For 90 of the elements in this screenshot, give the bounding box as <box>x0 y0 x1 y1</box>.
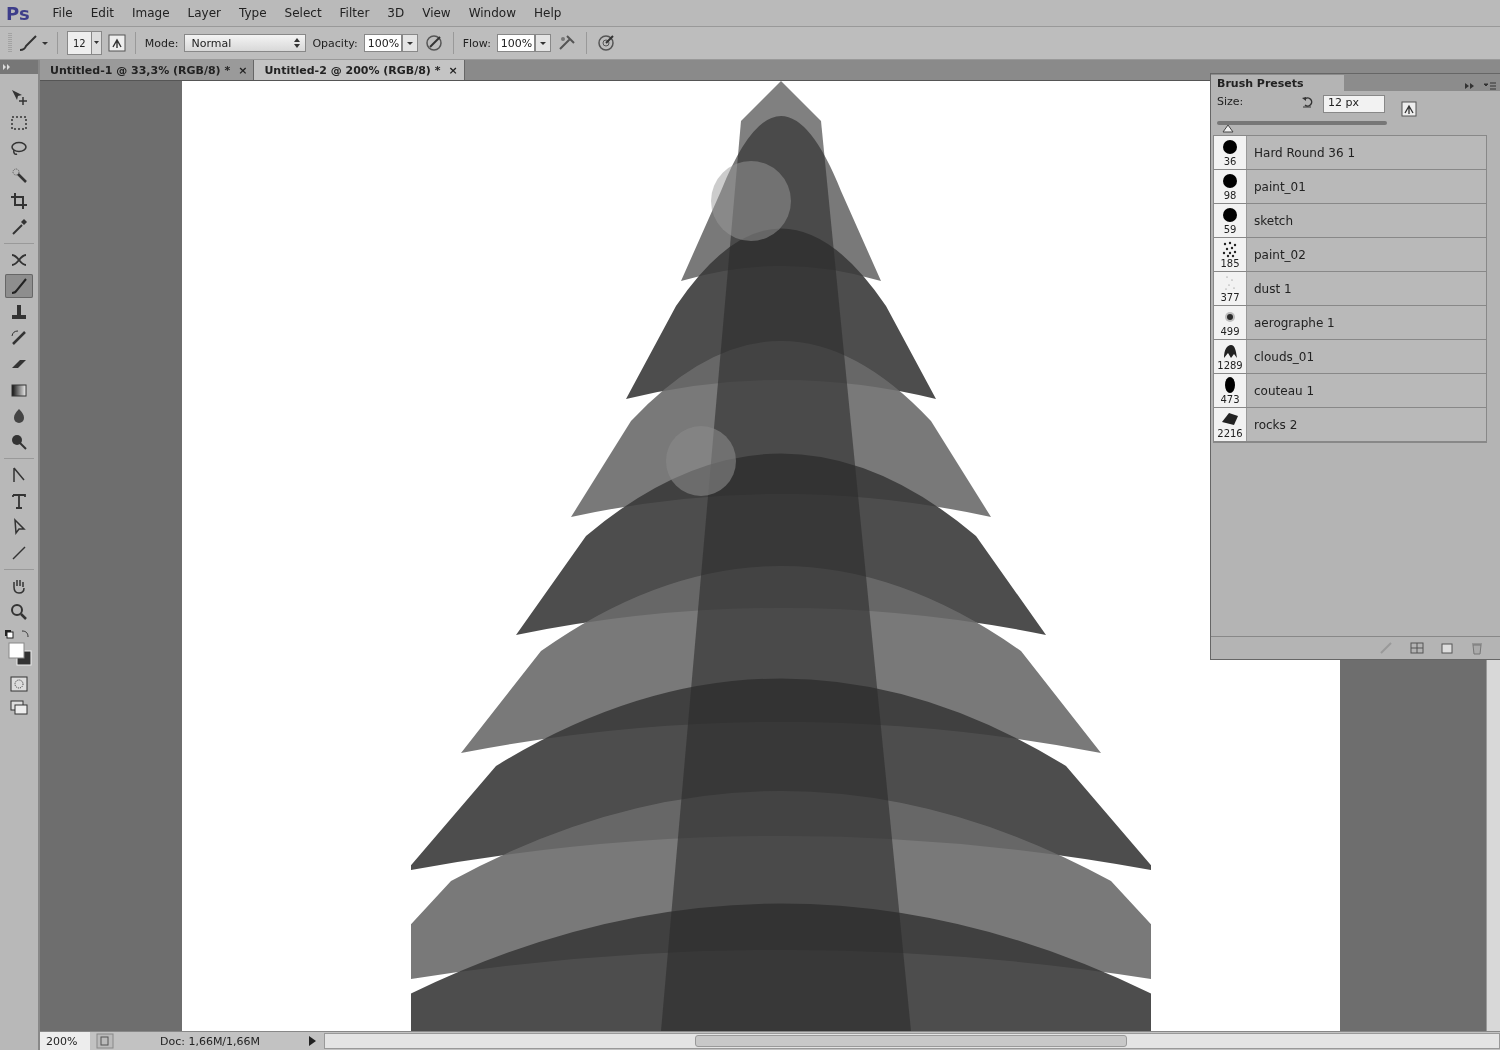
brush-panel-icon[interactable] <box>1401 101 1417 117</box>
brush-tip-icon <box>1221 172 1239 190</box>
brush-preset-item[interactable]: 98 paint_01 <box>1214 170 1486 204</box>
play-arrow-icon[interactable] <box>306 1033 318 1049</box>
brush-size-number: 185 <box>1220 258 1240 269</box>
brush-size-number: 473 <box>1220 394 1240 405</box>
pressure-opacity-icon[interactable] <box>423 33 444 53</box>
brush-size-number: 1289 <box>1217 360 1243 371</box>
type-icon <box>9 491 29 511</box>
move-icon <box>9 87 29 107</box>
brush-preset-item[interactable]: 473 couteau 1 <box>1214 374 1486 408</box>
brush-preset-item[interactable]: 2216 rocks 2 <box>1214 408 1486 442</box>
zoom-level-field[interactable]: 200% <box>40 1032 90 1050</box>
brush-preset-item[interactable]: 59 sketch <box>1214 204 1486 238</box>
brush-name: rocks 2 <box>1253 417 1298 432</box>
app-logo: Ps <box>6 2 30 24</box>
menu-item[interactable]: Layer <box>178 6 230 20</box>
brush-name: sketch <box>1253 213 1294 228</box>
new-preset-icon[interactable] <box>1439 641 1455 655</box>
brush-panel-icon[interactable] <box>107 34 126 52</box>
menu-item[interactable]: File <box>43 6 82 20</box>
menu-item[interactable]: View <box>413 6 460 20</box>
horizontal-scrollbar[interactable] <box>324 1033 1500 1049</box>
dodge-icon <box>9 432 29 452</box>
menu-item[interactable]: Edit <box>81 6 123 20</box>
brush-name: clouds_01 <box>1253 349 1315 364</box>
menu-item[interactable]: Image <box>122 6 179 20</box>
brush-name: dust 1 <box>1253 281 1292 296</box>
mode-dropdown[interactable]: Normal <box>184 34 307 52</box>
size-field[interactable]: 12 px <box>1323 95 1385 113</box>
brush-size-number: 377 <box>1220 292 1240 303</box>
quick-mask-icon[interactable] <box>9 675 29 693</box>
crop-icon <box>9 191 29 211</box>
menu-item[interactable]: Type <box>230 6 276 20</box>
menu-item[interactable]: Help <box>525 6 571 20</box>
brush-toggle-icon[interactable] <box>1379 641 1395 655</box>
brush-name: paint_01 <box>1253 179 1306 194</box>
flow-field[interactable]: 100% <box>496 34 535 52</box>
mode-label: Mode: <box>144 36 179 50</box>
up-down-arrows-icon <box>293 37 302 49</box>
brush-size-number: 2216 <box>1217 428 1243 439</box>
opacity-label: Opacity: <box>312 36 358 50</box>
brush-name: couteau 1 <box>1253 383 1315 398</box>
brush-tip-icon <box>1221 138 1239 156</box>
brush-tip-icon <box>1221 240 1239 258</box>
brush-name: aerographe 1 <box>1253 315 1335 330</box>
screen-mode-icon[interactable] <box>9 699 29 717</box>
menu-item[interactable]: Window <box>459 6 525 20</box>
brush-icon <box>9 276 29 296</box>
panel-menu-icon[interactable] <box>1483 81 1497 91</box>
toolbar-header[interactable] <box>0 60 38 74</box>
flow-label: Flow: <box>462 36 491 50</box>
reset-icon[interactable] <box>1301 95 1315 109</box>
size-label: Size: <box>1217 95 1245 108</box>
menu-item[interactable]: Filter <box>330 6 379 20</box>
size-slider[interactable] <box>1217 119 1387 133</box>
brush-size-number: 98 <box>1223 190 1237 201</box>
brush-preset-item[interactable]: 499 aerographe 1 <box>1214 306 1486 340</box>
stamp-icon <box>9 302 29 322</box>
marquee-icon <box>9 113 29 133</box>
color-swatches-icon[interactable] <box>4 629 34 669</box>
pressure-size-icon[interactable] <box>595 33 616 53</box>
panel-tab[interactable]: Brush Presets <box>1211 75 1344 91</box>
brush-preset-item[interactable]: 36 Hard Round 36 1 <box>1214 136 1486 170</box>
brush-size-number: 499 <box>1220 326 1240 337</box>
brush-tip-icon <box>1221 206 1239 224</box>
brush-preset-item[interactable]: 377 dust 1 <box>1214 272 1486 306</box>
opacity-field[interactable]: 100% <box>363 34 402 52</box>
brush-name: paint_02 <box>1253 247 1306 262</box>
magic-wand-icon <box>9 165 29 185</box>
brush-size-picker[interactable]: 12 <box>67 31 102 55</box>
menu-item[interactable]: Select <box>275 6 331 20</box>
zoom-icon <box>9 602 29 622</box>
document-tab[interactable]: Untitled-1 @ 33,3% (RGB/8) * × <box>40 60 255 80</box>
brush-tip-icon <box>1221 342 1239 360</box>
brush-tool-icon[interactable] <box>18 34 48 52</box>
brush-size-number: 59 <box>1223 224 1237 235</box>
grid-icon[interactable] <box>1409 641 1425 655</box>
tool-button[interactable] <box>5 274 33 298</box>
menu-item[interactable]: 3D <box>378 6 414 20</box>
tab-close-button[interactable]: × <box>238 63 248 77</box>
brush-preset-item[interactable]: 185 paint_02 <box>1214 238 1486 272</box>
brush-size-number: 36 <box>1223 156 1237 167</box>
document-size-info: Doc: 1,66M/1,66M <box>158 1034 262 1048</box>
brush-tip-icon <box>1221 410 1239 428</box>
tab-close-button[interactable]: × <box>448 63 458 77</box>
caret-icon[interactable] <box>90 32 101 54</box>
brush-name: Hard Round 36 1 <box>1253 145 1356 160</box>
brush-preset-item[interactable]: 1289 clouds_01 <box>1214 340 1486 374</box>
document-tab[interactable]: Untitled-2 @ 200% (RGB/8) * × <box>254 60 465 80</box>
